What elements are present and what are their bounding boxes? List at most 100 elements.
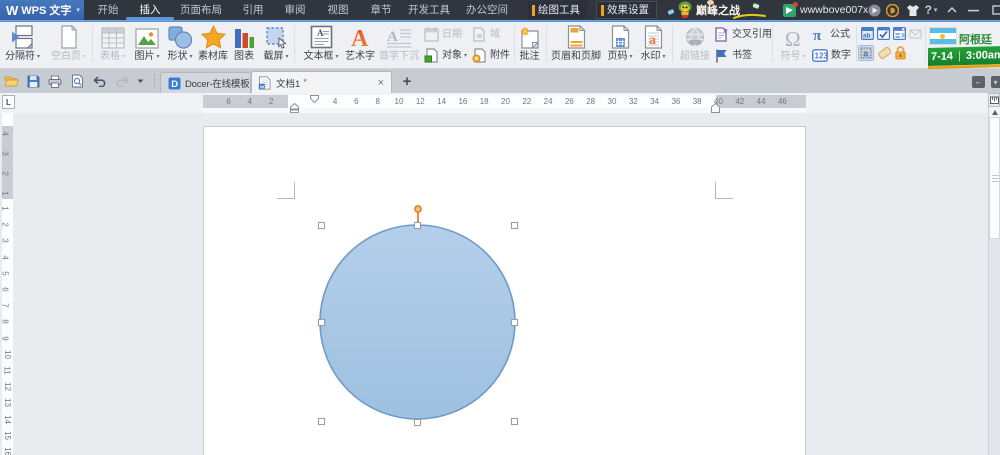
ribbon-screenshot-button[interactable]: 截屏 ▾ [256,23,296,65]
ribbon-blank-page-button[interactable]: 空白页 ▾ [46,23,91,65]
form-field-shading-button[interactable]: a [858,45,874,61]
user-account[interactable]: wwwbove007x ▾ [783,0,875,20]
tabbar-option-button[interactable]: ⌐ [972,76,985,88]
menu-tab-developer[interactable]: 开发工具 [406,0,452,20]
ribbon-bookmark-button[interactable]: 书签 [714,47,752,63]
vruler-number: 10 [2,349,12,359]
hruler-number: 18 [479,97,489,106]
ruler-toggle-button[interactable] [988,93,1000,107]
ribbon-object-button[interactable]: 对象 ▾ [424,47,467,63]
ribbon-symbol-button[interactable]: Ω 符号 ▾ [773,23,813,65]
vertical-scrollbar[interactable] [988,107,1000,455]
doc-tab-document1[interactable]: W 文档1 * × [251,71,392,93]
ribbon-group-divider [294,25,295,62]
skin-icon[interactable] [906,3,920,17]
help-caret-icon: ▾ [933,7,938,14]
resize-handle-top-left[interactable] [317,221,325,229]
ribbon-formula-button[interactable]: π 公式 [812,26,850,42]
context-tab-effect-settings[interactable]: 效果设置 [596,1,657,19]
ribbon-drop-cap-button[interactable]: A 首字下沉 [374,23,424,65]
dropdown-form-field-button[interactable] [892,26,906,40]
feedback-icon[interactable] [867,3,881,17]
resize-handle-top-right[interactable] [510,221,518,229]
resize-handle-top-center[interactable] [414,221,421,229]
vertical-ruler[interactable]: 4 3 2 1 1 2 3 4 5 6 7 8 9 10 11 12 13 14 15 16 [0,113,13,455]
menu-tab-section[interactable]: 章节 [363,0,399,20]
reset-form-eraser-button[interactable] [877,46,891,60]
checkbox-form-field-button[interactable] [876,26,890,40]
ribbon-date-button[interactable]: 日期 [424,26,462,42]
print-button[interactable] [47,73,63,89]
vruler-number: 1 [0,191,10,196]
ribbon-cross-reference-button[interactable]: 交叉引用 [714,26,772,42]
ribbon-text-box-button[interactable]: A 文本框 ▾ [298,23,344,65]
hruler-number: 42 [735,97,745,106]
collapse-ribbon-button[interactable] [944,0,960,20]
maximize-button[interactable] [990,0,1000,20]
wps-menu-button[interactable]: W WPS 文字 ▾ [0,0,84,20]
protect-form-lock-button[interactable] [893,46,907,60]
document-canvas[interactable]: 4 3 2 1 1 2 3 4 5 6 7 8 9 10 11 12 13 14 15 16 [0,113,1000,455]
right-indent-marker[interactable] [711,103,720,113]
hanging-indent-marker[interactable] [290,103,299,113]
hruler-number: 16 [458,97,468,106]
doc-tab-label: Docer-在线模板 [185,79,250,90]
drop-cap-icon: A [374,23,424,49]
mail-form-button[interactable] [908,26,922,40]
undo-button[interactable] [92,73,108,89]
doc-tab-docer[interactable]: D Docer-在线模板 × [160,72,251,93]
resize-handle-bottom-center[interactable] [414,419,421,426]
dropdown-arrow-icon: ▾ [156,54,160,60]
menu-tab-page-layout[interactable]: 页面布局 [178,0,224,20]
menu-tab-insert[interactable]: 插入 [126,0,174,20]
blank-page-icon [46,23,91,49]
ribbon-number-button[interactable]: 123 数字 [812,47,851,63]
ribbon-header-footer-button[interactable]: 页眉和页脚 [546,23,606,65]
help-button[interactable]: ? ▾ [922,3,940,17]
scroll-up-button[interactable] [989,107,1000,117]
first-line-indent-marker[interactable] [310,95,319,103]
ribbon-watermark-button[interactable]: a 水印 ▾ [633,23,673,65]
menu-tab-review[interactable]: 审阅 [277,0,313,20]
open-file-button[interactable] [3,73,19,89]
minimize-button[interactable] [964,0,982,20]
rotation-handle[interactable] [413,205,422,213]
ribbon-comment-button[interactable]: 批注 [514,23,545,65]
vruler-number: 1 [0,206,10,211]
ellipse-shape[interactable] [318,223,517,421]
worldcup-mascot-icon[interactable] [676,1,694,19]
match-banner[interactable]: 7-14 | 3:00am [928,45,1000,67]
context-tab-drawing-tools[interactable]: 绘图工具 [528,1,587,19]
print-preview-button[interactable] [69,73,85,89]
title-bar: W WPS 文字 ▾ 开始 插入 页面布局 引用 审阅 视图 章节 开发工具 办… [0,0,1000,20]
hruler-number: 10 [394,97,404,106]
ribbon-separator-button[interactable]: 分隔符 ▾ [0,23,45,65]
redo-button[interactable] [114,73,130,89]
qat-customize-caret[interactable] [134,73,146,89]
close-tab-icon[interactable]: × [374,77,391,89]
tabbar-more-button[interactable]: ▾ [991,76,1000,88]
hruler-number: 30 [607,97,617,106]
text-form-field-button[interactable]: ab [860,26,874,40]
hruler-number: 24 [543,97,553,106]
menu-tab-references[interactable]: 引用 [235,0,271,20]
menu-tab-view[interactable]: 视图 [320,0,356,20]
resize-handle-bottom-right[interactable] [510,417,518,425]
ribbon-table-button[interactable]: 表格 ▾ [93,23,132,65]
menu-tab-home[interactable]: 开始 [90,0,126,20]
new-tab-button[interactable]: + [394,71,420,92]
tab-stop-selector[interactable]: L [2,95,15,109]
scrollbar-thumb[interactable] [989,117,1000,239]
save-button[interactable] [25,73,41,89]
app-title: WPS 文字 [21,5,72,17]
resize-handle-bottom-left[interactable] [317,417,325,425]
ribbon-hyperlink-button[interactable]: 超链接 [675,23,715,65]
ribbon-attachment-button[interactable]: 附件 [472,47,510,63]
coin-icon[interactable] [885,3,899,17]
vruler-number: 9 [0,335,10,341]
menu-tab-office-space[interactable]: 办公空间 [464,0,510,20]
resize-handle-middle-right[interactable] [510,318,518,326]
svg-text:123: 123 [815,51,829,60]
ribbon-field-button[interactable]: 域 [472,26,500,42]
resize-handle-middle-left[interactable] [317,318,325,326]
